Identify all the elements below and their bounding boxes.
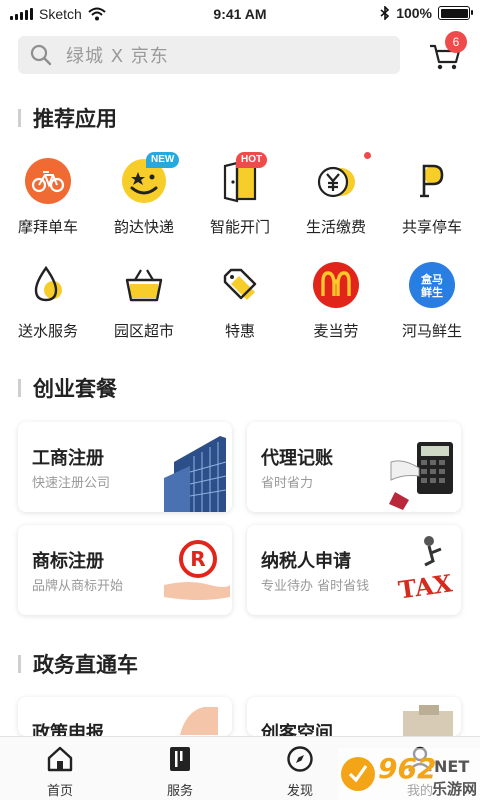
card-subtitle: 品牌从商标开始 bbox=[32, 579, 124, 594]
svg-text:TAX: TAX bbox=[397, 568, 455, 604]
tab-home[interactable]: 首页 bbox=[0, 737, 120, 800]
svg-text:鲜生: 鲜生 bbox=[421, 285, 443, 299]
battery-icon bbox=[438, 6, 473, 20]
section-divider bbox=[18, 109, 21, 127]
section-title-text: 推荐应用 bbox=[33, 107, 117, 131]
notification-dot bbox=[364, 152, 371, 159]
card-maker-space[interactable]: 创客空间 bbox=[247, 697, 461, 736]
card-title: 工商注册 bbox=[32, 448, 104, 469]
card-title: 创客空间 bbox=[261, 723, 333, 736]
app-label: 摩拜单车 bbox=[17, 218, 78, 236]
app-label: 河马鲜生 bbox=[401, 322, 462, 340]
mcdonalds-icon bbox=[313, 262, 359, 308]
tab-label: 服务 bbox=[166, 784, 193, 799]
app-special-offer[interactable]: 特惠 bbox=[192, 262, 288, 352]
app-label: 麦当劳 bbox=[313, 322, 359, 340]
card-title: 纳税人申请 bbox=[261, 551, 351, 572]
compass-icon bbox=[287, 746, 313, 772]
search-icon bbox=[30, 44, 52, 66]
app-mobike[interactable]: 摩拜单车 bbox=[0, 158, 96, 248]
svg-text:R: R bbox=[190, 547, 205, 571]
tab-service[interactable]: 服务 bbox=[120, 737, 240, 800]
section-divider bbox=[18, 655, 21, 673]
app-label: 园区超市 bbox=[113, 322, 174, 340]
bluetooth-icon bbox=[380, 6, 390, 20]
app-grid-row-1: 摩拜单车 NEW 韵达快递 HOT 智能开门 生活缴费 共享停车 bbox=[0, 152, 480, 248]
app-label: 智能开门 bbox=[209, 218, 270, 236]
svg-text:盒马: 盒马 bbox=[420, 272, 443, 286]
app-smart-door[interactable]: HOT 智能开门 bbox=[192, 152, 288, 248]
search-placeholder: 绿城 X 京东 bbox=[66, 46, 169, 67]
hot-tag: HOT bbox=[236, 152, 268, 168]
section-divider bbox=[18, 379, 21, 397]
parking-icon bbox=[420, 164, 444, 198]
app-label: 生活缴费 bbox=[305, 218, 366, 236]
app-grid-row-2: 送水服务 园区超市 特惠 麦当劳 盒马 鲜生 河马鲜生 bbox=[0, 262, 480, 352]
card-policy-declaration[interactable]: 政策申报 bbox=[18, 697, 232, 736]
hema-icon: 盒马 鲜生 bbox=[409, 262, 455, 308]
app-shared-parking[interactable]: 共享停车 bbox=[384, 158, 480, 248]
hand-icon bbox=[180, 707, 218, 735]
workspace-icon bbox=[403, 705, 453, 736]
status-bar: Sketch 9:41 AM 100% bbox=[0, 0, 480, 28]
app-label: 特惠 bbox=[224, 322, 255, 340]
office-building-icon bbox=[164, 436, 227, 512]
section-title-text: 创业套餐 bbox=[33, 377, 117, 401]
section-title-text: 政务直通车 bbox=[33, 653, 138, 677]
card-bookkeeping[interactable]: 代理记账 省时省力 bbox=[247, 422, 461, 512]
price-tag-icon bbox=[223, 268, 257, 300]
app-label: 韵达快递 bbox=[113, 218, 174, 236]
water-drop-icon bbox=[34, 265, 62, 302]
bike-icon bbox=[25, 158, 71, 204]
section-title-recommended: 推荐应用 bbox=[18, 103, 117, 133]
tab-label: 首页 bbox=[46, 784, 73, 799]
card-trademark-registration[interactable]: 商标注册 品牌从商标开始 R bbox=[18, 525, 232, 615]
home-icon bbox=[47, 746, 73, 772]
watermark-logo: 962 NET 乐游网 bbox=[338, 748, 480, 800]
battery-percent: 100% bbox=[396, 5, 432, 21]
app-label: 共享停车 bbox=[401, 218, 462, 236]
app-hema[interactable]: 盒马 鲜生 河马鲜生 bbox=[384, 262, 480, 352]
svg-text:乐游网: 乐游网 bbox=[432, 780, 477, 798]
tax-icon: TAX bbox=[397, 536, 455, 605]
new-tag: NEW bbox=[146, 152, 180, 168]
svg-text:962: 962 bbox=[378, 752, 436, 785]
calculator-icon bbox=[389, 442, 453, 510]
app-yunda[interactable]: NEW 韵达快递 bbox=[96, 152, 192, 248]
card-business-registration[interactable]: 工商注册 快速注册公司 bbox=[18, 422, 232, 512]
app-campus-supermarket[interactable]: 园区超市 bbox=[96, 262, 192, 352]
card-title: 政策申报 bbox=[32, 723, 104, 736]
app-bill-payment[interactable]: 生活缴费 bbox=[288, 152, 384, 248]
card-subtitle: 快速注册公司 bbox=[32, 476, 111, 491]
section-title-startup: 创业套餐 bbox=[18, 373, 117, 403]
card-subtitle: 省时省力 bbox=[261, 476, 314, 491]
app-mcdonalds[interactable]: 麦当劳 bbox=[288, 262, 384, 352]
basket-icon bbox=[125, 269, 163, 302]
card-title: 商标注册 bbox=[32, 551, 104, 572]
card-taxpayer-application[interactable]: 纳税人申请 专业待办 省时省钱 TAX bbox=[247, 525, 461, 615]
card-title: 代理记账 bbox=[261, 448, 333, 469]
app-water-delivery[interactable]: 送水服务 bbox=[0, 262, 96, 352]
service-icon bbox=[170, 747, 190, 771]
section-title-gov: 政务直通车 bbox=[18, 649, 138, 679]
registered-trademark-icon: R bbox=[164, 540, 230, 600]
cart-badge: 6 bbox=[445, 31, 467, 53]
card-subtitle: 专业待办 省时省钱 bbox=[261, 579, 370, 594]
svg-text:NET: NET bbox=[434, 757, 469, 776]
yen-coin-icon bbox=[317, 166, 355, 198]
search-bar[interactable]: 绿城 X 京东 bbox=[18, 36, 400, 74]
app-label: 送水服务 bbox=[17, 322, 78, 340]
